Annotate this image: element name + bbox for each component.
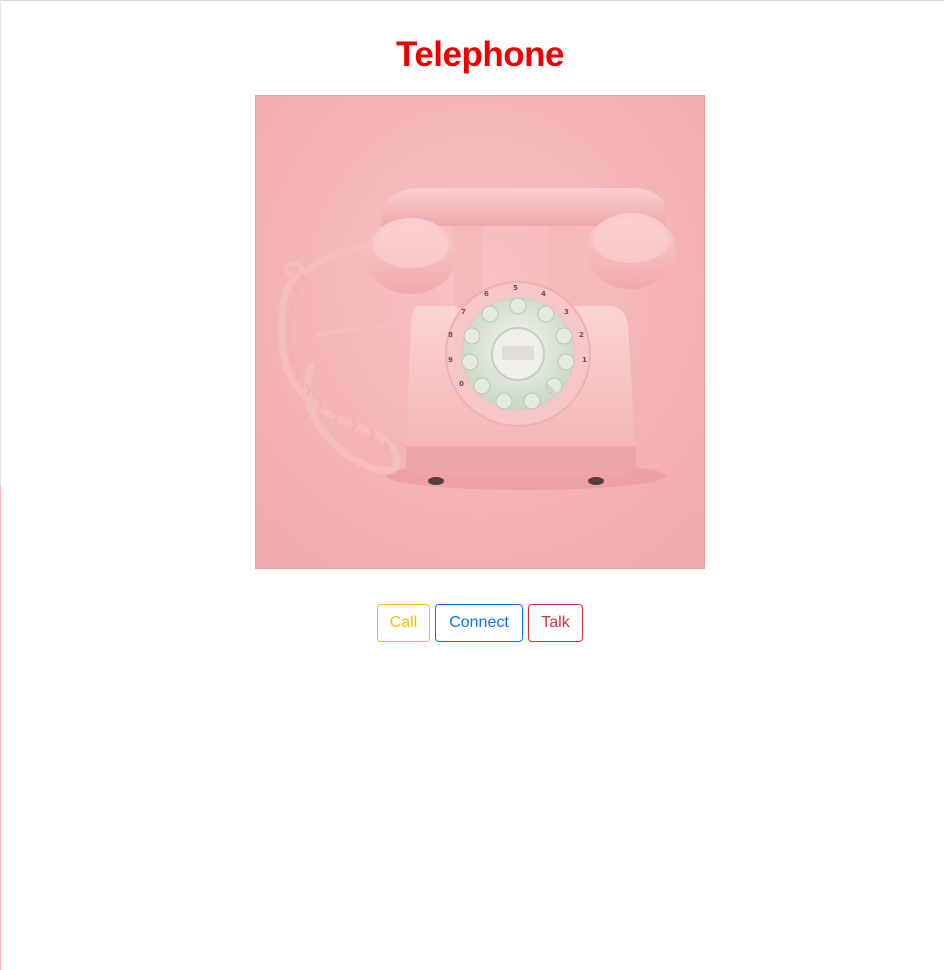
connect-button[interactable]: Connect bbox=[435, 604, 523, 642]
dial-number-3: 3 bbox=[564, 308, 569, 316]
action-button-group: Call Connect Talk bbox=[377, 604, 583, 642]
dial-number-4: 4 bbox=[541, 290, 546, 298]
dial-number-7: 7 bbox=[461, 308, 466, 316]
telephone-image: 1 2 3 4 5 6 7 8 9 0 bbox=[255, 95, 705, 569]
talk-button[interactable]: Talk bbox=[528, 604, 583, 642]
dial-number-8: 8 bbox=[448, 331, 453, 339]
page-title: Telephone bbox=[396, 35, 564, 74]
call-button[interactable]: Call bbox=[377, 604, 430, 642]
dial-number-5: 5 bbox=[513, 284, 518, 292]
dial-number-6: 6 bbox=[484, 290, 489, 298]
dial-number-1: 1 bbox=[582, 356, 587, 364]
dial-number-0: 0 bbox=[459, 380, 464, 388]
window-left-border-accent bbox=[0, 486, 1, 970]
window-top-border bbox=[0, 0, 944, 1]
dial-number-9: 9 bbox=[448, 356, 453, 364]
rotary-telephone-illustration: 1 2 3 4 5 6 7 8 9 0 bbox=[256, 96, 704, 568]
dial-number-2: 2 bbox=[579, 331, 584, 339]
